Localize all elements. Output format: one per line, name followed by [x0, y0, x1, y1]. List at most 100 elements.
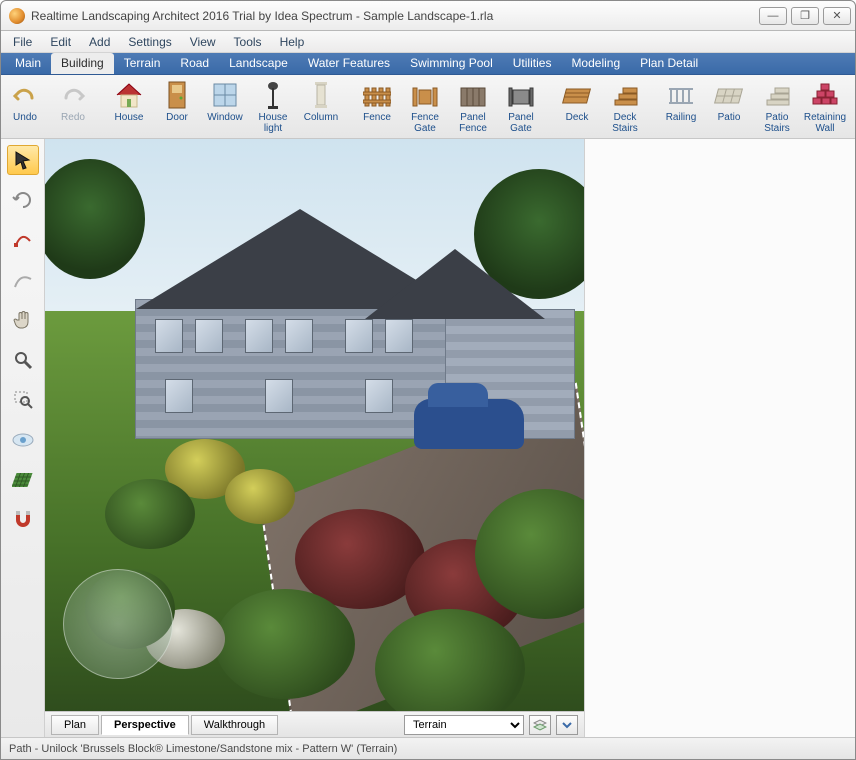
tool-zoom-extents[interactable]	[7, 425, 39, 455]
menu-edit[interactable]: Edit	[42, 33, 79, 51]
ribbon-panel-fence-button[interactable]: Panel Fence	[449, 77, 497, 137]
retaining-wall-icon	[809, 79, 841, 111]
ribbon-retaining-wall-button[interactable]: Retaining Wall	[801, 77, 849, 137]
menu-bar: File Edit Add Settings View Tools Help	[1, 31, 855, 53]
layer-dropdown-button[interactable]	[556, 715, 578, 735]
ribbon-label: Column	[304, 112, 338, 123]
title-bar: Realtime Landscaping Architect 2016 Tria…	[1, 1, 855, 31]
tab-main[interactable]: Main	[5, 53, 51, 74]
tab-terrain[interactable]: Terrain	[114, 53, 171, 74]
menu-settings[interactable]: Settings	[120, 33, 179, 51]
ribbon-label: House	[115, 112, 144, 123]
fence-gate-icon	[409, 79, 441, 111]
ribbon-label: Patio	[718, 112, 741, 123]
tab-water-features[interactable]: Water Features	[298, 53, 400, 74]
ribbon-column-button[interactable]: Column	[297, 77, 345, 137]
tab-plan-detail[interactable]: Plan Detail	[630, 53, 708, 74]
ribbon-label: Retaining Wall	[802, 112, 848, 134]
tab-modeling[interactable]: Modeling	[561, 53, 630, 74]
redo-icon	[57, 79, 89, 111]
ribbon-label: Panel Gate	[498, 112, 544, 134]
view-tab-bar: Plan Perspective Walkthrough Terrain	[45, 711, 584, 737]
tool-sidebar	[1, 139, 45, 737]
tab-utilities[interactable]: Utilities	[503, 53, 562, 74]
app-window: Realtime Landscaping Architect 2016 Tria…	[0, 0, 856, 760]
window-icon	[209, 79, 241, 111]
layers-icon	[533, 719, 547, 731]
ribbon-patio-stairs-button[interactable]: Patio Stairs	[753, 77, 801, 137]
tool-zoom-region[interactable]	[7, 385, 39, 415]
deck-icon	[561, 79, 593, 111]
tool-curve[interactable]	[7, 265, 39, 295]
ribbon-label: Fence Gate	[402, 112, 448, 134]
tool-snap[interactable]	[7, 505, 39, 535]
properties-panel	[585, 139, 855, 737]
menu-tools[interactable]: Tools	[226, 33, 270, 51]
work-area: Plan Perspective Walkthrough Terrain	[1, 139, 855, 737]
maximize-button[interactable]: ❐	[791, 7, 819, 25]
ribbon-label: Panel Fence	[450, 112, 496, 134]
ribbon-label: Undo	[13, 112, 37, 123]
ribbon-label: Door	[166, 112, 188, 123]
ribbon-label: Deck Stairs	[602, 112, 648, 134]
scene-render	[45, 139, 584, 711]
tool-grid[interactable]	[7, 465, 39, 495]
ribbon-panel-gate-button[interactable]: Panel Gate	[497, 77, 545, 137]
ribbon-deck-stairs-button[interactable]: Deck Stairs	[601, 77, 649, 137]
view-tab-plan[interactable]: Plan	[51, 715, 99, 735]
panel-gate-icon	[505, 79, 537, 111]
tool-zoom[interactable]	[7, 345, 39, 375]
chevron-down-icon	[562, 720, 572, 730]
window-controls: — ❐ ✕	[759, 7, 851, 25]
menu-file[interactable]: File	[5, 33, 40, 51]
ribbon-window-button[interactable]: Window	[201, 77, 249, 137]
layer-visibility-button[interactable]	[529, 715, 551, 735]
tab-swimming-pool[interactable]: Swimming Pool	[400, 53, 503, 74]
ribbon-label: Railing	[666, 112, 697, 123]
railing-icon	[665, 79, 697, 111]
ribbon-redo-button[interactable]: Redo	[49, 77, 97, 137]
ribbon-label: Deck	[566, 112, 589, 123]
panel-fence-icon	[457, 79, 489, 111]
ribbon-label: Patio Stairs	[754, 112, 800, 134]
status-bar: Path - Unilock 'Brussels Block® Limeston…	[1, 737, 855, 759]
tab-building[interactable]: Building	[51, 53, 114, 74]
close-button[interactable]: ✕	[823, 7, 851, 25]
ribbon-undo-button[interactable]: Undo	[1, 77, 49, 137]
fence-icon	[361, 79, 393, 111]
ribbon-lamp-button[interactable]: House light	[249, 77, 297, 137]
minimize-button[interactable]: —	[759, 7, 787, 25]
ribbon-label: Window	[207, 112, 243, 123]
deck-stairs-icon	[609, 79, 641, 111]
column-icon	[305, 79, 337, 111]
tool-edit-points[interactable]	[7, 225, 39, 255]
ribbon-house-button[interactable]: House	[105, 77, 153, 137]
viewport-3d[interactable]	[45, 139, 584, 711]
ribbon-tab-strip: Main Building Terrain Road Landscape Wat…	[1, 53, 855, 75]
ribbon-door-button[interactable]: Door	[153, 77, 201, 137]
ribbon-railing-button[interactable]: Railing	[657, 77, 705, 137]
layer-select[interactable]: Terrain	[404, 715, 524, 735]
lamp-icon	[257, 79, 289, 111]
tab-landscape[interactable]: Landscape	[219, 53, 298, 74]
ribbon-patio-button[interactable]: Patio	[705, 77, 753, 137]
menu-help[interactable]: Help	[272, 33, 313, 51]
ribbon-accessory-button[interactable]: Acc St	[849, 77, 855, 137]
view-tab-perspective[interactable]: Perspective	[101, 715, 189, 735]
house-icon	[113, 79, 145, 111]
ribbon-fence-gate-button[interactable]: Fence Gate	[401, 77, 449, 137]
compass-widget[interactable]	[63, 569, 173, 679]
ribbon-deck-button[interactable]: Deck	[553, 77, 601, 137]
menu-view[interactable]: View	[182, 33, 224, 51]
tool-select[interactable]	[7, 145, 39, 175]
menu-add[interactable]: Add	[81, 33, 118, 51]
center-pane: Plan Perspective Walkthrough Terrain	[45, 139, 585, 737]
patio-stairs-icon	[761, 79, 793, 111]
tab-road[interactable]: Road	[170, 53, 219, 74]
app-icon	[9, 8, 25, 24]
ribbon-label: House light	[250, 112, 296, 134]
ribbon-fence-button[interactable]: Fence	[353, 77, 401, 137]
tool-pan[interactable]	[7, 305, 39, 335]
view-tab-walkthrough[interactable]: Walkthrough	[191, 715, 278, 735]
tool-orbit[interactable]	[7, 185, 39, 215]
